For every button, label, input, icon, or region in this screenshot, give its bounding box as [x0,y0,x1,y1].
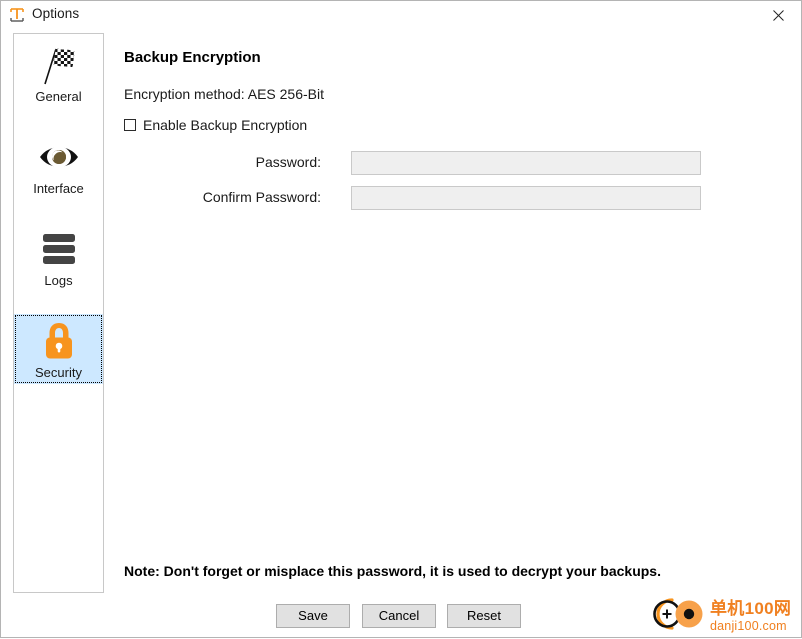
list-lines-icon [37,226,81,272]
password-field-row: Password: [123,151,763,175]
confirm-password-input[interactable] [351,186,701,210]
security-settings-panel: Backup Encryption Encryption method: AES… [123,33,791,593]
text-tool-icon [9,7,25,23]
site-watermark: 单机100网 danji100.com [649,595,799,637]
watermark-text: 单机100网 danji100.com [710,600,791,633]
encryption-method-text: Encryption method: AES 256-Bit [124,86,324,102]
enable-backup-encryption-checkbox[interactable] [124,119,136,131]
sidebar-item-label: Logs [44,273,73,288]
checkered-flag-icon [37,42,81,88]
sidebar-item-interface[interactable]: Interface [14,130,103,200]
close-icon[interactable] [756,1,801,29]
title-bar: Options [1,1,801,29]
password-label: Password: [255,154,321,170]
sidebar-item-general[interactable]: General [14,38,103,108]
watermark-line1: 单机100网 [710,598,792,618]
cancel-button[interactable]: Cancel [362,604,436,628]
dialog-button-bar: Save Cancel Reset [276,604,536,628]
watermark-logo-icon [649,594,707,639]
sidebar-item-label: Security [35,365,82,380]
enable-backup-encryption-row[interactable]: Enable Backup Encryption [124,117,307,133]
sidebar-item-label: Interface [33,181,84,196]
enable-backup-encryption-label: Enable Backup Encryption [143,117,308,133]
padlock-icon [37,318,81,364]
sidebar-item-security[interactable]: Security [14,314,103,384]
password-warning-note: Note: Don't forget or misplace this pass… [124,563,661,579]
eye-icon [37,134,81,180]
confirm-password-label: Confirm Password: [202,189,321,205]
options-dialog-window: Options General Interface Logs Security … [0,0,802,638]
window-title: Options [32,6,80,21]
sidebar-item-logs[interactable]: Logs [14,222,103,292]
confirm-password-field-row: Confirm Password: [123,186,763,210]
reset-button[interactable]: Reset [447,604,521,628]
save-button[interactable]: Save [276,604,350,628]
page-title: Backup Encryption [124,49,261,66]
sidebar-nav-panel: General Interface Logs Security [13,33,104,593]
watermark-line2: danji100.com [710,618,787,633]
sidebar-item-label: General [35,89,82,104]
password-input[interactable] [351,151,701,175]
